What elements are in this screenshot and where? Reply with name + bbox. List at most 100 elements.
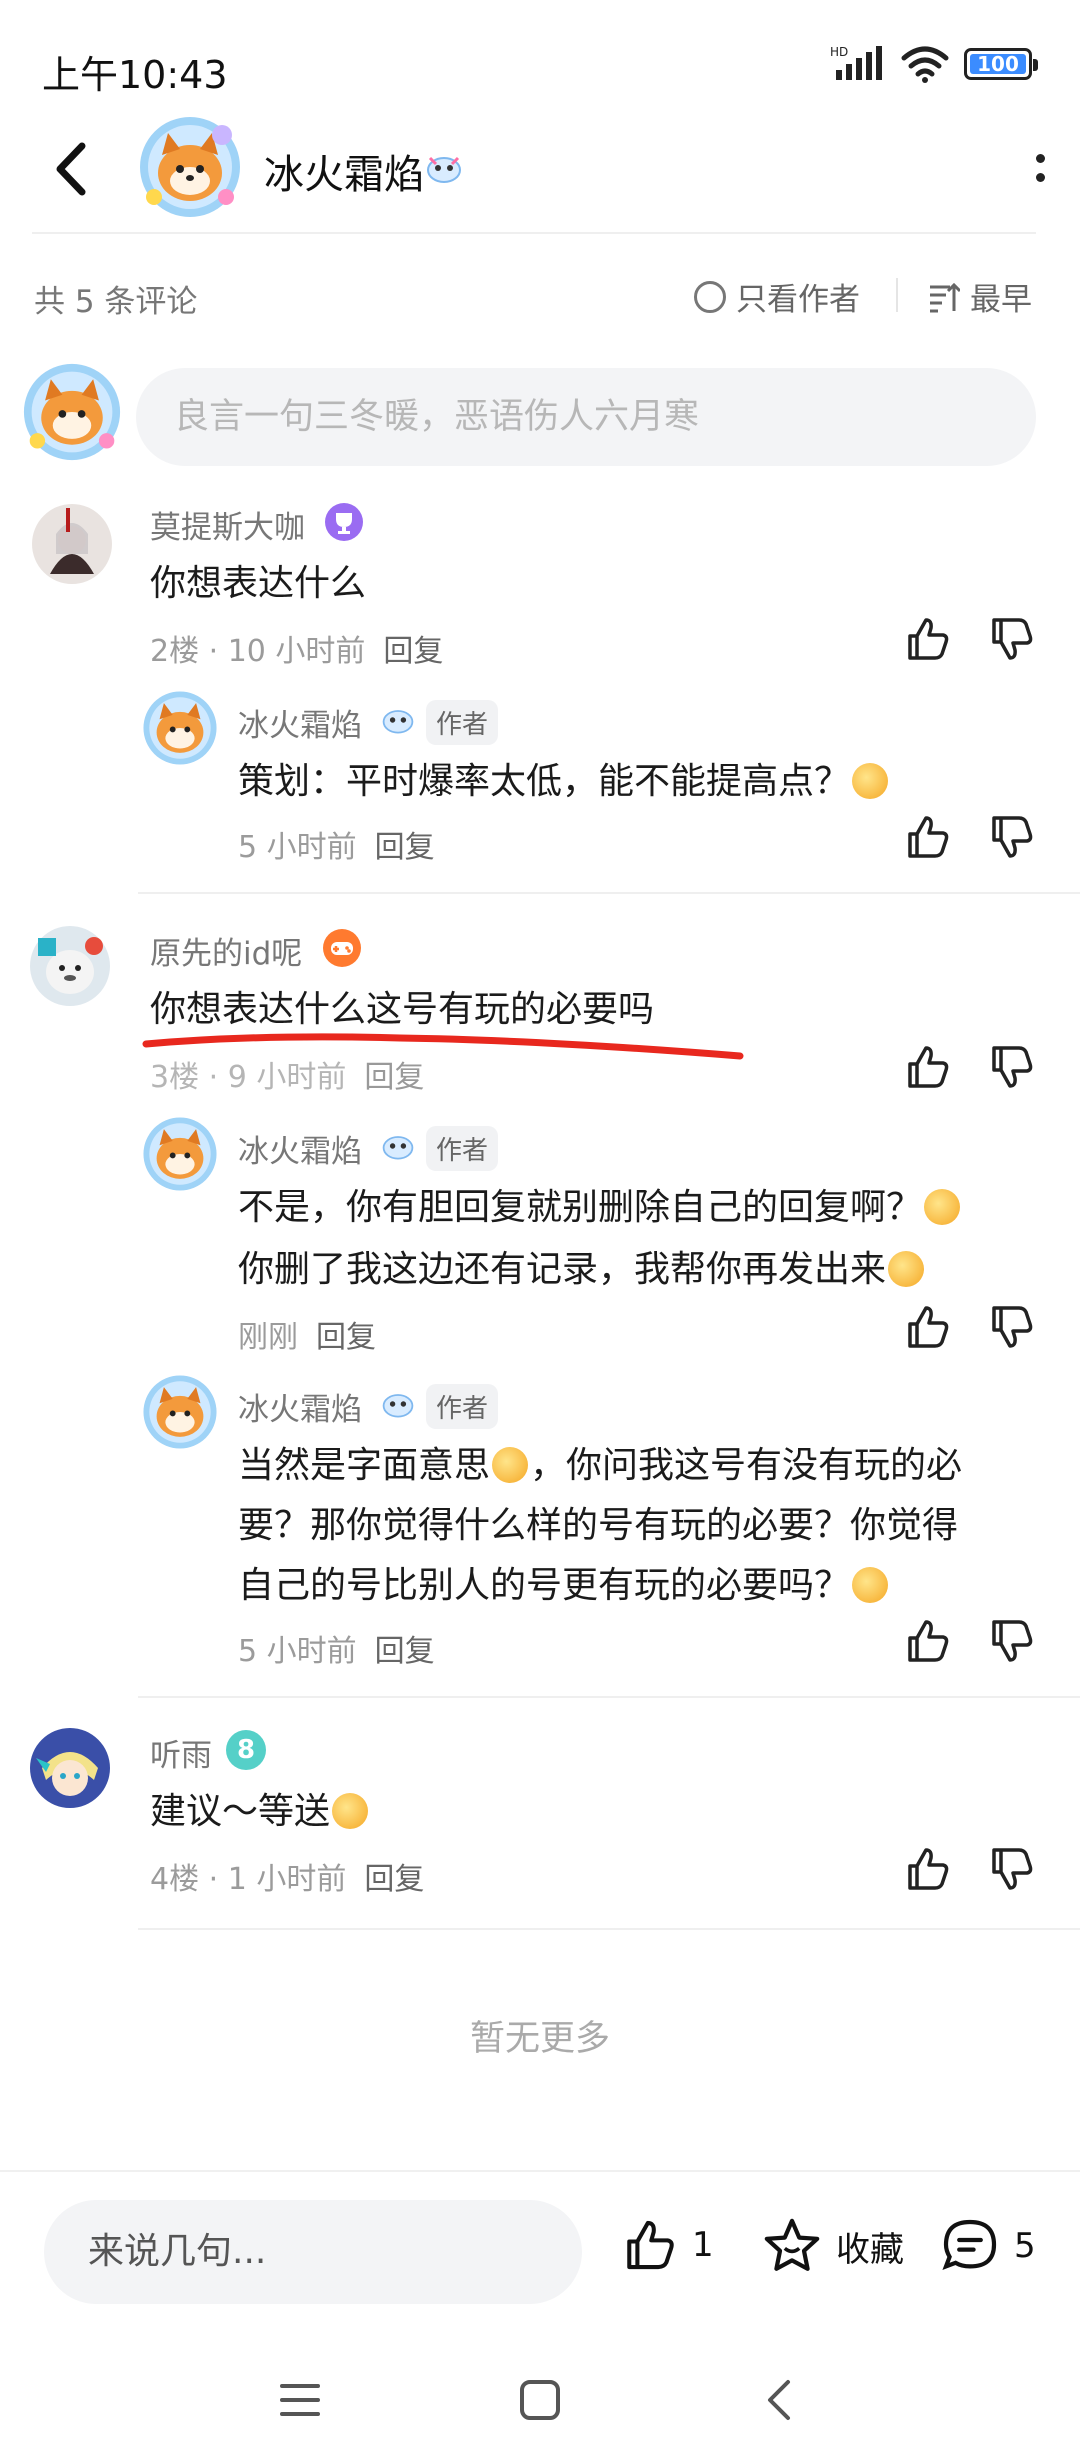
reply-username[interactable]: 冰火霜焰 [238,1384,362,1429]
signal-icon: HD [830,45,882,80]
like-icon[interactable] [902,1616,952,1666]
battery-icon: 100 [964,48,1038,80]
menu-nav-button[interactable] [270,2370,330,2430]
like-button[interactable]: 1 [620,2216,714,2274]
reply-meta: 刚刚 回复 [238,1312,376,1356]
reply-button[interactable]: 回复 [383,634,443,669]
user-badge-icon [382,1394,414,1418]
emoji-icon [332,1793,369,1829]
reply-username[interactable]: 冰火霜焰 [238,1126,362,1171]
reply-button[interactable]: 回复 [375,830,435,865]
user-avatar[interactable] [30,926,110,1006]
reply-meta: 5 小时前 回复 [238,822,435,866]
top-nav: 冰火霜焰 [0,110,1080,230]
dislike-icon[interactable] [986,1844,1036,1894]
user-badge-icon [382,710,414,734]
reply-button[interactable]: 回复 [364,1060,424,1095]
reply-text-line: ，你问我这号有没有玩的必 [530,1445,963,1486]
user-badge-icon [382,1136,414,1160]
user-badge-icon [427,156,461,183]
header-divider [32,232,1036,234]
comment-input[interactable]: 良言一句三冬暖，恶语伤人六月寒 [136,368,1036,466]
more-dot-icon [1035,173,1045,182]
comment-text: 建议～等送 [150,1782,370,1842]
emoji-icon [888,1251,925,1287]
like-count: 1 [692,2225,714,2265]
author-tag: 作者 [426,1384,499,1429]
favorite-label: 收藏 [836,2229,904,2270]
game-badge-icon [323,929,361,967]
reply-avatar[interactable] [142,1116,218,1192]
reply-time: 5 小时前 [238,1634,357,1669]
reply-button[interactable]: 回复 [316,1320,376,1355]
back-button[interactable] [46,134,98,204]
reply-avatar[interactable] [142,1374,218,1450]
comment-username[interactable]: 原先的id呢 [150,928,302,973]
reply-meta: 5 小时前 回复 [238,1626,435,1670]
reply-text: 自己的号比别人的号更有玩的必要吗？ [238,1556,890,1616]
back-nav-button[interactable] [750,2370,810,2430]
comment-text: 你想表达什么 [150,563,367,604]
author-only-toggle[interactable]: 只看作者 [694,274,860,319]
comment-floor: 4楼 · 1 小时前 [150,1862,347,1897]
favorite-button[interactable]: 收藏 [762,2216,904,2276]
comment-text-content: 建议～等送 [150,1791,331,1832]
more-options-button[interactable] [1022,140,1058,196]
comment-bar: 共 5 条评论 只看作者 最早 [0,262,1080,332]
comment-count-button[interactable]: 5 [940,2216,1036,2276]
bottom-action-bar: 来说几句... 1 收藏 5 [0,2170,1080,2330]
reply-username[interactable]: 冰火霜焰 [238,700,362,745]
dislike-icon[interactable] [986,812,1036,862]
reply-text: 当然是字面意思 ，你问我这号有没有玩的必 [238,1436,962,1496]
comment-meta: 3楼 · 9 小时前 回复 [150,1052,424,1096]
hd-label: HD [830,45,848,59]
like-icon[interactable] [902,1302,952,1352]
reply-button[interactable]: 回复 [364,1862,424,1897]
sort-label: 最早 [970,282,1032,318]
dislike-icon[interactable] [986,1042,1036,1092]
sort-button[interactable]: 最早 [928,274,1032,319]
radio-icon [694,280,726,313]
system-nav-bar [0,2340,1080,2460]
reply-text-line: 你删了我这边还有记录，我帮你再发出来 [238,1249,887,1290]
comment-divider [138,1696,1080,1698]
emoji-icon [492,1447,529,1483]
reply-button[interactable]: 回复 [375,1634,435,1669]
star-icon [764,2218,820,2271]
like-icon[interactable] [902,614,952,664]
home-nav-button[interactable] [510,2370,570,2430]
dislike-icon[interactable] [986,614,1036,664]
reply-time: 5 小时前 [238,830,357,865]
reply-time: 刚刚 [238,1320,298,1355]
comment-username[interactable]: 莫提斯大咖 [150,502,305,547]
reply-text-line: 不是，你有胆回复就别删除自己的回复啊？ [238,1187,923,1228]
no-more-label: 暂无更多 [469,2019,610,2059]
status-icons: HD 100 [830,44,1038,84]
comment-divider [138,1928,1080,1930]
trophy-badge-icon [325,503,363,541]
reply-avatar[interactable] [142,690,218,766]
user-avatar[interactable] [32,504,112,584]
author-tag: 作者 [426,1126,499,1171]
like-icon[interactable] [902,812,952,862]
bottom-comment-input[interactable]: 来说几句... [44,2200,582,2304]
user-avatar[interactable] [30,1728,110,1808]
menu-icon [280,2384,320,2416]
dislike-icon[interactable] [986,1616,1036,1666]
emoji-icon [924,1189,961,1225]
author-only-label: 只看作者 [736,282,860,318]
comment-divider [138,892,1080,894]
comment-username[interactable]: 听雨 [150,1730,212,1775]
reply-text: 不是，你有胆回复就别删除自己的回复啊？ [238,1178,962,1238]
home-square-icon [520,2380,560,2420]
chevron-left-icon [768,2380,790,2420]
level-badge: 8 [226,1730,266,1770]
dislike-icon[interactable] [986,1302,1036,1352]
header-avatar[interactable] [138,115,242,219]
comment-count: 共 5 条评论 [34,284,198,320]
like-icon[interactable] [902,1844,952,1894]
reply-text: 要？那你觉得什么样的号有玩的必要？你觉得 [238,1505,959,1546]
like-icon[interactable] [902,1042,952,1092]
comment-floor: 3楼 · 9 小时前 [150,1060,347,1095]
comment-count: 5 [1014,2226,1036,2266]
